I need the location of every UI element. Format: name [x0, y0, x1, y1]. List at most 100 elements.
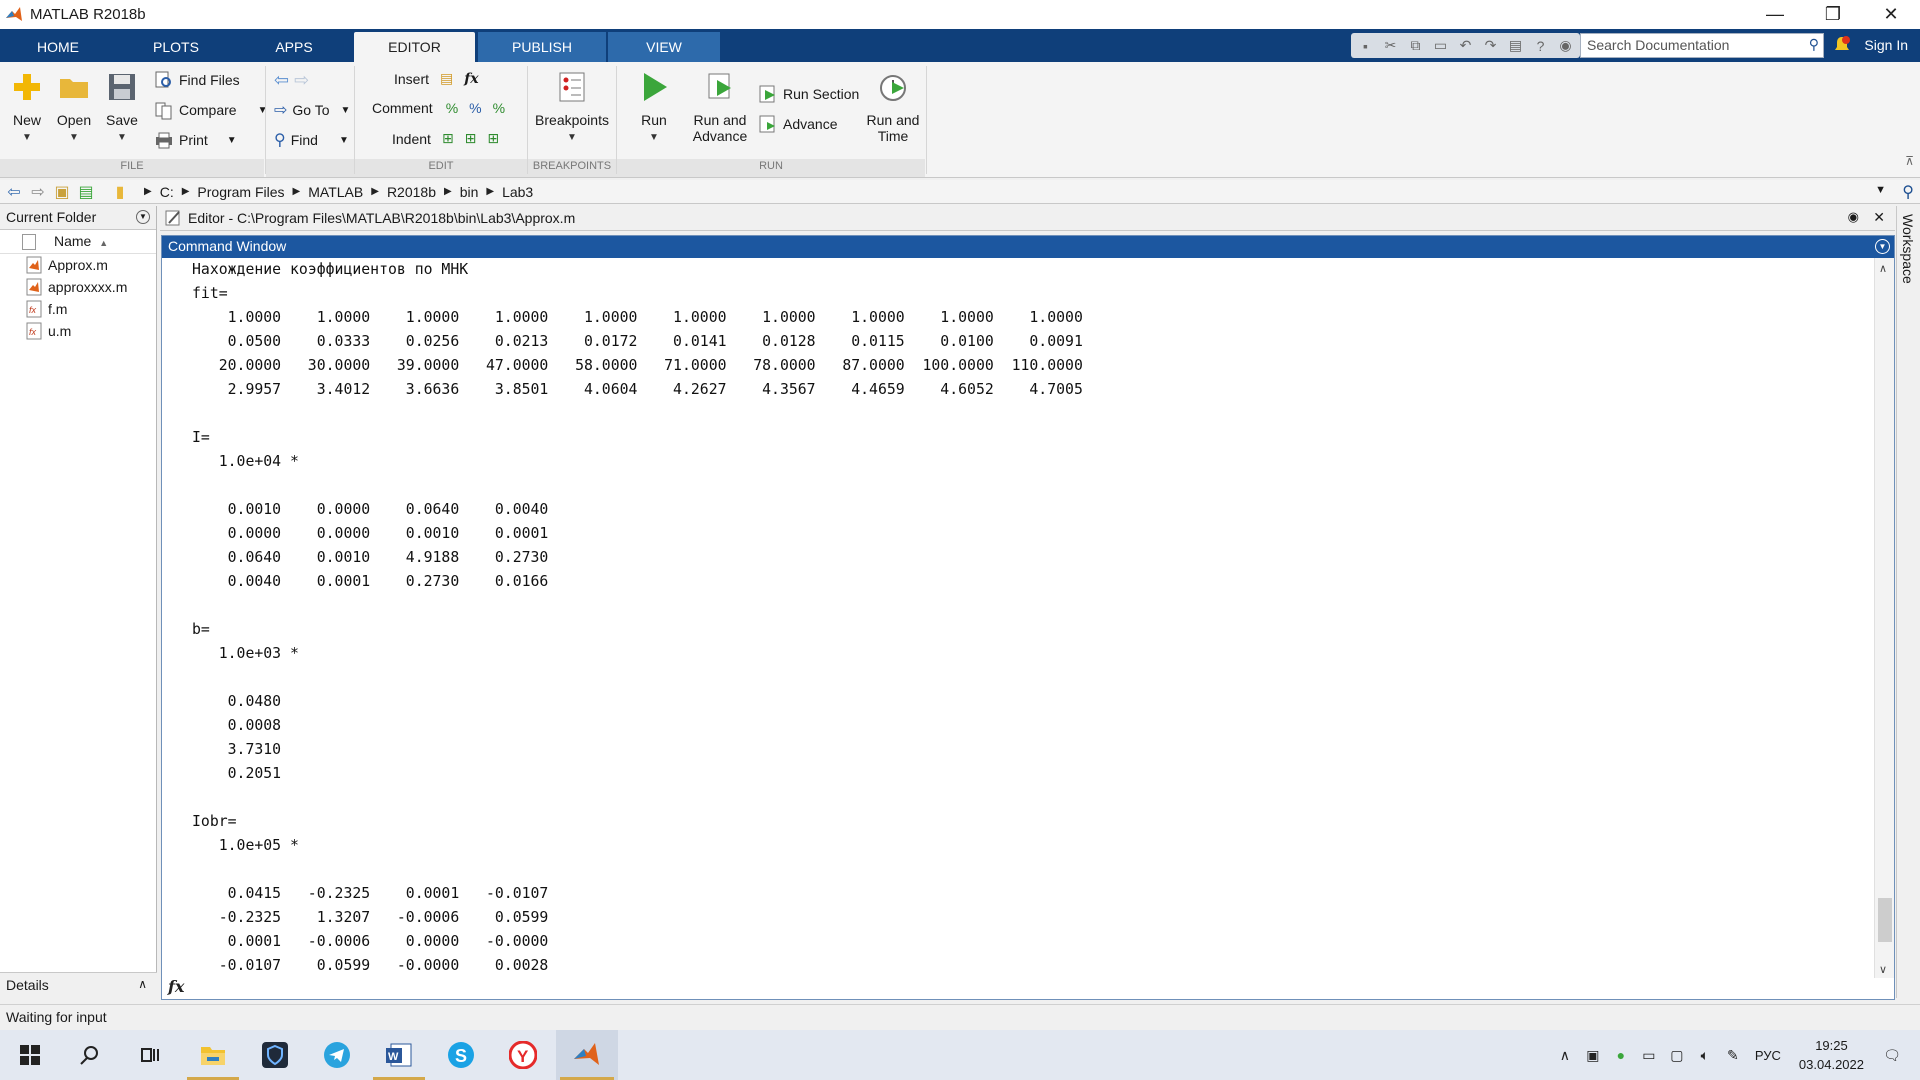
chevron-up-icon[interactable]: ∧ — [138, 977, 147, 991]
go-to-button[interactable]: ⇨ Go To ▼ — [274, 100, 350, 120]
find-files-button[interactable]: Find Files — [154, 70, 240, 90]
breadcrumb-item[interactable]: Lab3 — [502, 184, 533, 200]
tab-plots[interactable]: PLOTS — [118, 32, 234, 62]
taskbar-search-button[interactable] — [60, 1030, 120, 1080]
cut-icon[interactable]: ✂ — [1380, 35, 1401, 56]
redo-icon[interactable]: ↷ — [1480, 35, 1501, 56]
command-window-menu-icon[interactable]: ▼ — [1875, 239, 1890, 254]
chevron-up-icon[interactable]: ∧ — [1551, 1041, 1579, 1069]
breakpoints-button[interactable]: Breakpoints ▼ — [535, 70, 609, 146]
notification-bell-icon[interactable] — [1832, 35, 1852, 55]
taskbar-yandex-browser[interactable]: Y — [493, 1030, 553, 1080]
file-item[interactable]: Approx.m — [0, 254, 156, 276]
copy-icon[interactable]: ⧉ — [1405, 35, 1426, 56]
task-view-button[interactable] — [120, 1030, 180, 1080]
breadcrumb-item[interactable]: Program Files — [197, 184, 284, 200]
breadcrumb-item[interactable]: C: — [160, 184, 174, 200]
file-item[interactable]: fx f.m — [0, 298, 156, 320]
tab-apps[interactable]: APPS — [236, 32, 352, 62]
taskbar-skype[interactable]: S — [431, 1030, 491, 1080]
taskbar-clock[interactable]: 19:25 03.04.2022 — [1799, 1036, 1864, 1074]
notifications-icon[interactable]: 🗨︎ — [1878, 1041, 1906, 1069]
paste-icon[interactable]: ▭ — [1430, 35, 1451, 56]
taskbar-matlab[interactable] — [556, 1030, 618, 1080]
find-button[interactable]: ⚲ Find ▼ — [274, 130, 349, 150]
run-button[interactable]: Run ▼ — [636, 70, 672, 146]
run-and-time-button[interactable]: Run and Time — [866, 70, 920, 144]
network-icon[interactable]: ▢ — [1663, 1041, 1691, 1069]
increase-indent-icon[interactable]: ⊞ — [465, 130, 477, 147]
collapse-ribbon-icon[interactable]: ⊼ — [1905, 154, 1914, 168]
insert-button[interactable]: Insert ▤ fx — [394, 70, 479, 87]
scroll-down-icon[interactable]: ∨ — [1879, 963, 1887, 976]
decrease-indent-icon[interactable]: ⊞ — [487, 130, 499, 147]
tab-view[interactable]: VIEW — [608, 32, 720, 62]
editor-menu-icon[interactable]: ◉ — [1848, 209, 1859, 225]
undo-icon[interactable]: ↶ — [1455, 35, 1476, 56]
taskbar-telegram[interactable] — [307, 1030, 367, 1080]
preferences-icon[interactable]: ◉ — [1555, 35, 1576, 56]
close-editor-icon[interactable]: ✕ — [1873, 209, 1885, 226]
breadcrumb-item[interactable]: bin — [460, 184, 479, 200]
run-section-button[interactable]: Run Section — [758, 84, 859, 104]
open-button[interactable]: Open ▼ — [56, 70, 92, 146]
command-output[interactable]: Нахождение коэффициентов по МНК fit= 1.0… — [162, 258, 1872, 978]
start-button[interactable] — [0, 1030, 60, 1080]
compare-button[interactable]: Compare ▼ — [154, 100, 268, 120]
battery-icon[interactable]: ▭ — [1635, 1041, 1663, 1069]
pen-icon[interactable]: ✎ — [1719, 1041, 1747, 1069]
command-prompt-input[interactable]: fx — [162, 977, 1872, 999]
breadcrumb-item[interactable]: MATLAB — [308, 184, 363, 200]
forward-arrow-icon[interactable]: ⇨ — [294, 70, 309, 91]
vertical-scrollbar[interactable]: ∧ ∨ — [1874, 258, 1894, 978]
forward-arrow-icon[interactable]: ⇨ — [28, 183, 48, 201]
breadcrumb-item[interactable]: R2018b — [387, 184, 436, 200]
help-icon[interactable]: ? — [1530, 35, 1551, 56]
back-forward-buttons[interactable]: ⇦ ⇨ — [274, 70, 309, 91]
tray-app-icon[interactable]: ▣ — [1579, 1041, 1607, 1069]
browse-folder-icon[interactable]: ▤ — [76, 183, 96, 201]
volume-icon[interactable]: 🔈︎ — [1691, 1041, 1719, 1069]
tab-editor[interactable]: EDITOR — [354, 32, 475, 62]
close-button[interactable]: ✕ — [1862, 0, 1920, 29]
print-button[interactable]: Print ▼ — [154, 130, 237, 150]
minimize-button[interactable]: — — [1746, 0, 1804, 29]
insert-section-icon[interactable]: ▤ — [440, 70, 453, 87]
comment-button[interactable]: Comment % % % — [372, 100, 505, 116]
search-icon[interactable]: ⚲ — [1902, 182, 1914, 202]
restore-button[interactable]: ❐ — [1804, 0, 1862, 29]
file-item[interactable]: approxxxx.m — [0, 276, 156, 298]
panel-menu-icon[interactable]: ▼ — [136, 210, 150, 224]
details-panel[interactable]: Details ∧ — [0, 972, 157, 998]
up-folder-icon[interactable]: ▣ — [52, 183, 72, 201]
switch-windows-icon[interactable]: ▤ — [1505, 35, 1526, 56]
run-and-advance-button[interactable]: Run and Advance — [692, 70, 748, 144]
taskbar-security-app[interactable] — [245, 1030, 305, 1080]
tray-green-app-icon[interactable]: ● — [1607, 1041, 1635, 1069]
workspace-side-tab[interactable]: Workspace — [1896, 206, 1920, 998]
tab-home[interactable]: HOME — [0, 32, 116, 62]
search-documentation-input[interactable]: Search Documentation ⚲ — [1580, 33, 1824, 58]
name-column-header[interactable]: Name ▲ — [0, 230, 156, 254]
back-arrow-icon[interactable]: ⇦ — [4, 183, 24, 201]
sign-in-link[interactable]: Sign In — [1864, 37, 1908, 53]
comment-percent-icon[interactable]: % — [446, 100, 458, 116]
file-item[interactable]: fx u.m — [0, 320, 156, 342]
fx-prompt-icon[interactable]: fx — [168, 977, 184, 996]
taskbar-word[interactable]: W — [369, 1030, 429, 1080]
indent-button[interactable]: Indent ⊞ ⊞ ⊞ — [392, 130, 499, 147]
input-language[interactable]: РУС — [1755, 1048, 1781, 1063]
search-icon[interactable]: ⚲ — [1809, 36, 1819, 53]
uncomment-icon[interactable]: % — [469, 100, 481, 116]
new-button[interactable]: New ▼ — [10, 70, 44, 146]
scroll-up-icon[interactable]: ∧ — [1879, 262, 1887, 275]
address-dropdown-icon[interactable]: ▼ — [1875, 184, 1886, 196]
wrap-comments-icon[interactable]: % — [493, 100, 505, 116]
smart-indent-icon[interactable]: ⊞ — [442, 130, 454, 147]
back-arrow-icon[interactable]: ⇦ — [274, 70, 289, 91]
taskbar-file-explorer[interactable] — [183, 1030, 243, 1080]
save-button[interactable]: Save ▼ — [104, 70, 140, 146]
tab-publish[interactable]: PUBLISH — [478, 32, 606, 62]
fx-icon[interactable]: fx — [464, 71, 478, 87]
save-icon[interactable]: ▪ — [1355, 35, 1376, 56]
